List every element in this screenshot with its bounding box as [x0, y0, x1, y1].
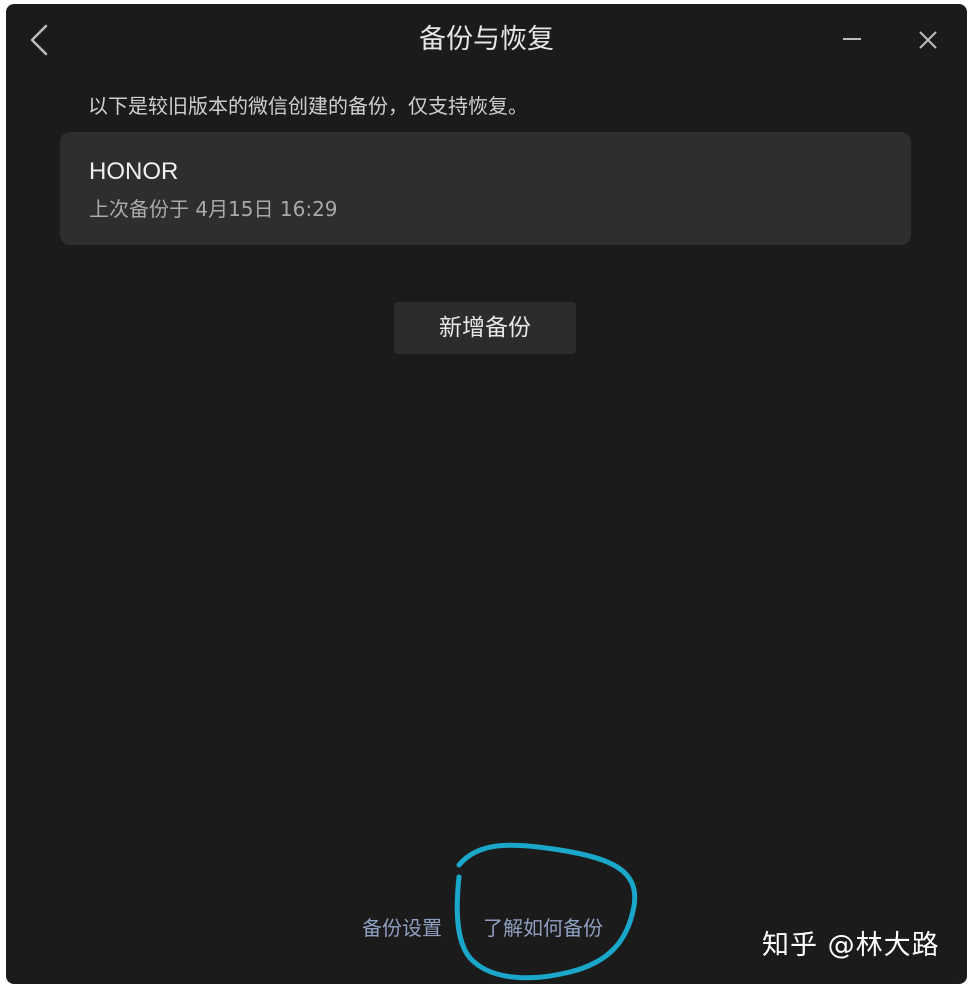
learn-how-to-backup-link[interactable]: 了解如何备份: [483, 914, 603, 942]
zhihu-watermark: 知乎 @林大路: [762, 930, 940, 961]
backup-device-name: HONOR: [89, 158, 179, 185]
close-button[interactable]: [912, 24, 944, 56]
legacy-backup-notice: 以下是较旧版本的微信创建的备份，仅支持恢复。: [88, 94, 528, 118]
minimize-icon: [843, 38, 861, 40]
title-bar: 备份与恢复: [6, 4, 967, 76]
close-icon: [919, 31, 937, 49]
window-title: 备份与恢复: [419, 24, 554, 55]
new-backup-button[interactable]: 新增备份: [394, 302, 576, 354]
backup-settings-link[interactable]: 备份设置: [362, 914, 442, 942]
backup-restore-window: 备份与恢复 以下是较旧版本的微信创建的备份，仅支持恢复。 HONOR 上次备份于…: [6, 4, 967, 984]
backup-item[interactable]: HONOR 上次备份于 4月15日 16:29: [60, 132, 911, 245]
minimize-button[interactable]: [836, 24, 868, 56]
backup-last-time: 上次备份于 4月15日 16:29: [89, 197, 338, 221]
